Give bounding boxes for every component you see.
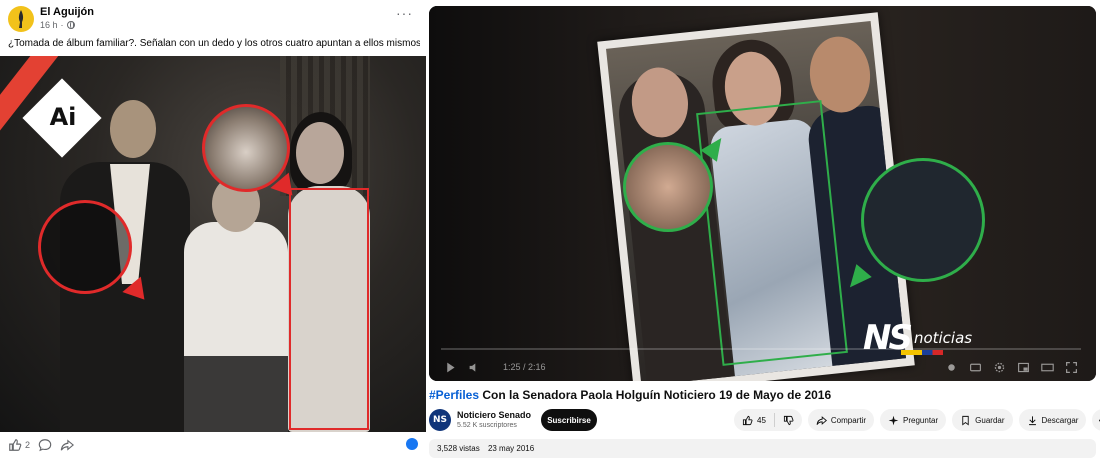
facebook-post: El Aguijón 16 h · ··· ¿Tomada de álbum f… xyxy=(0,0,426,458)
like-icon[interactable] xyxy=(8,438,22,452)
logo-word: noticias xyxy=(913,329,973,347)
page-avatar[interactable] xyxy=(8,6,34,32)
subscriber-count: 5.52 K suscriptores xyxy=(457,422,517,429)
more-options-icon[interactable]: ··· xyxy=(396,6,413,20)
post-photo[interactable]: Ai xyxy=(0,56,426,432)
fullscreen-icon[interactable] xyxy=(1062,359,1080,375)
globe-icon xyxy=(66,21,75,29)
post-caption: ¿Tomada de álbum familiar?. Señalan con … xyxy=(8,38,420,49)
thumbs-up-icon xyxy=(742,415,753,425)
volume-icon[interactable] xyxy=(465,359,483,375)
share-button[interactable]: Compartir xyxy=(807,409,875,431)
progress-bar[interactable] xyxy=(441,348,1081,350)
bookmark-icon xyxy=(962,415,969,426)
action-bar: 45 Compartir Preguntar Guardar Descargar xyxy=(734,409,1100,431)
youtube-watch: NS noticias 1:25 / 2:16 #Perfiles Con la… xyxy=(429,0,1100,458)
more-actions-icon[interactable] xyxy=(1092,409,1100,431)
player-controls: 1:25 / 2:16 xyxy=(441,358,1086,376)
like-count: 45 xyxy=(757,415,766,425)
theater-mode-icon[interactable] xyxy=(1038,359,1056,375)
dislike-button[interactable] xyxy=(775,409,802,431)
page-name[interactable]: El Aguijón xyxy=(40,6,94,18)
subtitles-icon[interactable] xyxy=(966,359,984,375)
settings-gear-icon[interactable] xyxy=(990,359,1008,375)
share-icon[interactable] xyxy=(60,438,75,452)
post-timestamp[interactable]: 16 h xyxy=(40,20,58,30)
hashtag-link[interactable]: #Perfiles xyxy=(429,388,479,402)
highlight-rectangle xyxy=(289,188,369,430)
channel-avatar[interactable]: NS xyxy=(429,409,451,431)
channel-name[interactable]: Noticiero Senado xyxy=(457,410,531,420)
comment-icon[interactable] xyxy=(38,438,52,452)
flag-stripe xyxy=(901,350,943,355)
thumbs-down-icon xyxy=(783,415,794,425)
reaction-like-icon[interactable] xyxy=(406,438,418,450)
zoom-circle-hand xyxy=(623,142,713,232)
like-button[interactable]: 45 xyxy=(734,409,774,431)
zoom-circle-shadow xyxy=(38,200,132,294)
miniplayer-icon[interactable] xyxy=(1014,359,1032,375)
autoplay-icon[interactable] xyxy=(942,359,960,375)
man-center xyxy=(184,222,288,362)
subscribe-button[interactable]: Suscribirse xyxy=(541,409,597,431)
video-title: #Perfiles Con la Senadora Paola Holguín … xyxy=(429,388,1096,402)
ask-button[interactable]: Preguntar xyxy=(880,409,947,431)
sparkle-icon xyxy=(888,415,899,425)
view-count: 3,528 vistas xyxy=(437,444,480,453)
ai-badge-label: Ai xyxy=(49,103,77,131)
zoom-circle-hand xyxy=(202,104,290,192)
zoom-circle-suit xyxy=(861,158,985,282)
time-display: 1:25 / 2:16 xyxy=(503,362,546,372)
upload-date: 23 may 2016 xyxy=(487,444,535,453)
post-meta: 16 h · xyxy=(40,20,75,30)
screenshot-root: El Aguijón 16 h · ··· ¿Tomada de álbum f… xyxy=(0,0,1100,458)
like-dislike-group: 45 xyxy=(734,409,802,431)
download-button[interactable]: Descargar xyxy=(1018,409,1087,431)
play-icon[interactable] xyxy=(441,359,459,375)
post-footer: 2 xyxy=(0,432,426,458)
like-count: 2 xyxy=(25,440,31,450)
video-title-text: Con la Senadora Paola Holguín Noticiero … xyxy=(482,388,832,402)
video-player[interactable]: NS noticias 1:25 / 2:16 xyxy=(429,6,1096,381)
save-button[interactable]: Guardar xyxy=(952,409,1013,431)
share-icon xyxy=(816,415,827,425)
description-box[interactable]: 3,528 vistas 23 may 2016 xyxy=(429,439,1096,458)
download-icon xyxy=(1028,415,1036,425)
